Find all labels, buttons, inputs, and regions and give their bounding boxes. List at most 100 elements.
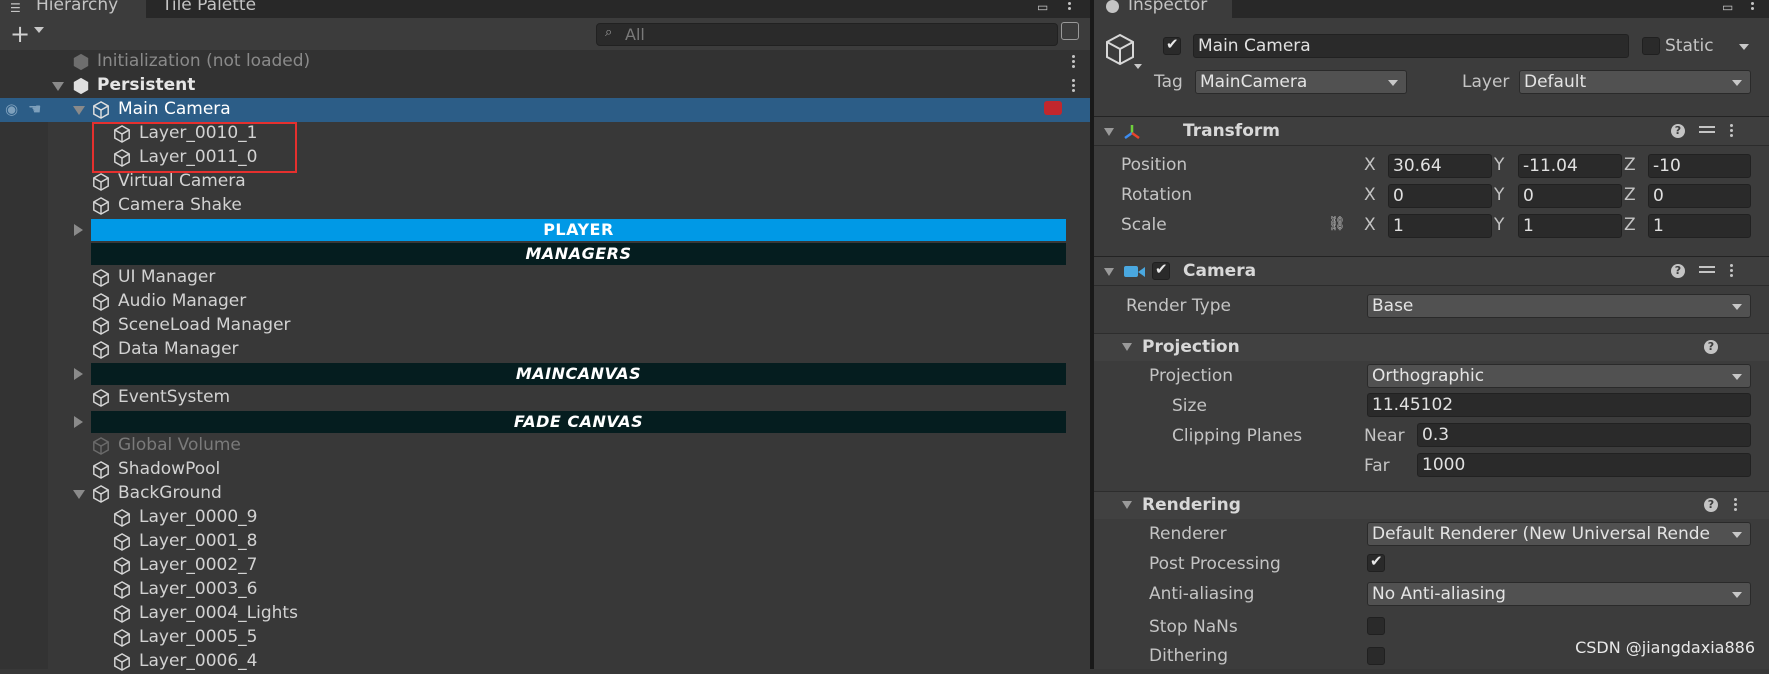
camera-icon [1124, 266, 1138, 277]
collapse-arrow-icon[interactable] [1104, 128, 1114, 136]
static-checkbox[interactable] [1642, 37, 1660, 55]
layer-dropdown[interactable]: Default [1519, 70, 1751, 94]
pick-icon[interactable]: ☚ [28, 100, 41, 118]
render-type-dropdown[interactable]: Base [1367, 294, 1751, 318]
tab-hierarchy[interactable]: ☰ Hierarchy [0, 0, 146, 18]
presets-icon[interactable] [1699, 123, 1715, 137]
collapse-arrow-icon[interactable] [1122, 343, 1132, 351]
hierarchy-item-header[interactable]: FADE CANVAS [0, 410, 1090, 434]
scale-z-input[interactable]: 1 [1648, 214, 1751, 238]
stop-nans-checkbox[interactable] [1367, 617, 1385, 635]
collapse-arrow-icon[interactable] [1104, 268, 1114, 276]
hierarchy-item[interactable]: Layer_0003_6 [0, 578, 1090, 602]
gameobject-icon [114, 149, 130, 167]
help-icon[interactable]: ? [1671, 124, 1685, 138]
near-input[interactable]: 0.3 [1417, 423, 1751, 447]
hierarchy-item-header[interactable]: PLAYER [0, 218, 1090, 242]
hierarchy-item[interactable]: EventSystem [0, 386, 1090, 410]
scene-row-persistent[interactable]: Persistent [0, 74, 1090, 98]
rotation-y-input[interactable]: 0 [1518, 184, 1622, 208]
component-more-icon[interactable] [1730, 262, 1734, 279]
expand-arrow-icon[interactable] [52, 82, 64, 91]
add-icon[interactable]: + [10, 20, 30, 48]
hierarchy-item[interactable]: Layer_0001_8 [0, 530, 1090, 554]
hierarchy-item[interactable]: Layer_0011_0 [0, 146, 1090, 170]
expand-arrow-icon[interactable] [74, 416, 83, 428]
chevron-down-icon[interactable] [1739, 44, 1749, 50]
item-label: Layer_0003_6 [139, 579, 258, 599]
hierarchy-item[interactable]: Global Volume [0, 434, 1090, 458]
camera-enabled-checkbox[interactable]: ✔ [1152, 260, 1170, 280]
rendering-section-header[interactable]: Rendering ? [1094, 491, 1769, 519]
more-options-icon[interactable] [1068, 0, 1072, 12]
help-icon[interactable]: ? [1704, 340, 1718, 354]
eye-icon[interactable]: ◉ [5, 100, 18, 118]
renderer-dropdown[interactable]: Default Renderer (New Universal Rende [1367, 522, 1751, 546]
far-input[interactable]: 1000 [1417, 453, 1751, 477]
hierarchy-item[interactable]: Virtual Camera [0, 170, 1090, 194]
expand-arrow-icon[interactable] [73, 106, 85, 115]
hierarchy-item-header[interactable]: MANAGERS [0, 242, 1090, 266]
dithering-checkbox[interactable] [1367, 647, 1385, 665]
hierarchy-item[interactable]: Layer_0006_4 [0, 650, 1090, 674]
position-y-input[interactable]: -11.04 [1518, 154, 1622, 178]
camera-title: Camera [1183, 261, 1257, 281]
object-name-input[interactable]: Main Camera [1193, 34, 1629, 58]
help-icon[interactable]: ? [1704, 498, 1718, 512]
hierarchy-item[interactable]: Layer_0010_1 [0, 122, 1090, 146]
lock-icon[interactable]: ▭ [1722, 0, 1733, 14]
active-checkbox[interactable]: ✔ [1163, 35, 1181, 55]
hierarchy-item[interactable]: Layer_0004_Lights [0, 602, 1090, 626]
hierarchy-item[interactable]: BackGround [0, 482, 1090, 506]
rotation-x-input[interactable]: 0 [1388, 184, 1492, 208]
search-icon: ⌕ [605, 25, 613, 40]
hierarchy-item[interactable]: Layer_0000_9 [0, 506, 1090, 530]
tab-tile-palette[interactable]: Tile Palette [150, 0, 310, 18]
camera-header[interactable]: ✔ Camera ? [1094, 256, 1769, 286]
lock-icon[interactable]: ▭ [1037, 0, 1048, 14]
scene-visibility-icon[interactable] [1061, 22, 1079, 40]
presets-icon[interactable] [1699, 263, 1715, 277]
hierarchy-item-header[interactable]: MAINCANVAS [0, 362, 1090, 386]
tag-dropdown[interactable]: MainCamera [1195, 70, 1407, 94]
clipping-planes-label: Clipping Planes [1172, 426, 1303, 446]
hierarchy-item[interactable]: ShadowPool [0, 458, 1090, 482]
more-options-icon[interactable] [1751, 0, 1755, 12]
hierarchy-item[interactable]: Camera Shake [0, 194, 1090, 218]
scene-row-initialization[interactable]: Initialization (not loaded) [0, 50, 1090, 74]
position-x-input[interactable]: 30.64 [1388, 154, 1492, 178]
post-processing-checkbox[interactable]: ✔ [1367, 552, 1385, 572]
transform-header[interactable]: Transform ? [1094, 116, 1769, 146]
hierarchy-item[interactable]: Audio Manager [0, 290, 1090, 314]
gameobject-icon [93, 389, 109, 407]
expand-arrow-icon[interactable] [73, 490, 85, 499]
projection-section-header[interactable]: Projection ? [1094, 333, 1769, 361]
expand-arrow-icon[interactable] [74, 224, 83, 236]
section-more-icon[interactable] [1734, 496, 1738, 513]
component-more-icon[interactable] [1730, 122, 1734, 139]
antialiasing-dropdown[interactable]: No Anti-aliasing [1367, 582, 1751, 606]
hierarchy-item[interactable]: Data Manager [0, 338, 1090, 362]
search-input[interactable]: ⌕ All [596, 23, 1058, 46]
collapse-arrow-icon[interactable] [1122, 501, 1132, 509]
hierarchy-item-main-camera[interactable]: ◉ ☚ Main Camera [0, 98, 1090, 122]
position-z-input[interactable]: -10 [1648, 154, 1751, 178]
scale-x-input[interactable]: 1 [1388, 214, 1492, 238]
tab-inspector[interactable]: Inspector [1094, 0, 1232, 18]
chevron-down-icon[interactable] [34, 27, 44, 33]
scene-more-icon[interactable] [1072, 53, 1076, 70]
size-input[interactable]: 11.45102 [1367, 393, 1751, 417]
scale-y-input[interactable]: 1 [1518, 214, 1622, 238]
hierarchy-item[interactable]: SceneLoad Manager [0, 314, 1090, 338]
scene-more-icon[interactable] [1072, 77, 1076, 94]
rotation-z-input[interactable]: 0 [1648, 184, 1751, 208]
projection-dropdown[interactable]: Orthographic [1367, 364, 1751, 388]
expand-arrow-icon[interactable] [74, 368, 83, 380]
chevron-down-icon[interactable] [1134, 64, 1142, 69]
gameobject-icon [114, 125, 130, 143]
hierarchy-item[interactable]: Layer_0002_7 [0, 554, 1090, 578]
link-icon[interactable]: ⛓ [1328, 216, 1346, 232]
hierarchy-item[interactable]: Layer_0005_5 [0, 626, 1090, 650]
help-icon[interactable]: ? [1671, 264, 1685, 278]
hierarchy-item[interactable]: UI Manager [0, 266, 1090, 290]
